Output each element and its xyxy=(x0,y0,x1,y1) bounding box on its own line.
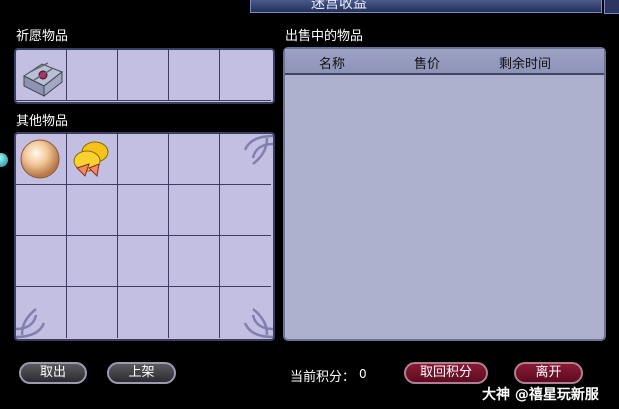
redeem-points-button[interactable]: 取回积分 xyxy=(404,362,488,384)
list-item-button[interactable]: 上架 xyxy=(107,362,176,384)
other-item-slot[interactable] xyxy=(169,134,220,185)
wish-item-grid xyxy=(14,48,275,104)
treasure-chest-icon xyxy=(23,62,63,98)
wish-slot-2[interactable] xyxy=(67,50,118,101)
other-item-slot[interactable] xyxy=(118,134,169,185)
wish-slot-1[interactable] xyxy=(16,50,67,101)
leave-button[interactable]: 离开 xyxy=(514,362,583,384)
sale-items-label: 出售中的物品 xyxy=(285,29,364,44)
wish-slot-5[interactable] xyxy=(220,50,271,101)
wish-slot-3[interactable] xyxy=(118,50,169,101)
pearl-icon xyxy=(20,139,60,179)
watermark-handle: @禧星玩新服 xyxy=(514,387,599,403)
wish-items-label: 祈愿物品 xyxy=(16,29,69,44)
other-item-slot[interactable] xyxy=(118,185,169,236)
other-item-slot[interactable] xyxy=(16,236,67,287)
watermark-brand: 大神 xyxy=(482,387,510,403)
column-price: 售价 xyxy=(414,57,441,72)
other-item-slot[interactable] xyxy=(67,134,118,185)
current-points-value: 0 xyxy=(359,367,367,381)
column-remaining-time: 剩余时间 xyxy=(499,57,552,72)
corner-ornament-icon xyxy=(16,308,46,339)
other-items-label: 其他物品 xyxy=(16,114,69,129)
window-title-bar: 迷宫收益 xyxy=(250,0,602,13)
other-item-grid xyxy=(14,132,275,341)
gold-coins-icon xyxy=(73,141,109,178)
window-title: 迷宫收益 xyxy=(311,0,367,12)
other-item-slot[interactable] xyxy=(67,236,118,287)
other-item-slot[interactable] xyxy=(220,185,271,236)
sale-list-panel[interactable]: 名称 售价 剩余时间 xyxy=(283,47,606,341)
corner-ornament-icon xyxy=(243,134,273,165)
other-item-slot[interactable] xyxy=(220,236,271,287)
wish-slot-4[interactable] xyxy=(169,50,220,101)
sale-list-header: 名称 售价 剩余时间 xyxy=(285,49,604,75)
column-name: 名称 xyxy=(319,57,346,72)
other-item-slot[interactable] xyxy=(67,185,118,236)
other-item-slot[interactable] xyxy=(169,185,220,236)
other-item-slot[interactable] xyxy=(118,287,169,338)
close-button[interactable] xyxy=(604,0,619,14)
other-item-slot[interactable] xyxy=(16,134,67,185)
other-item-slot[interactable] xyxy=(67,287,118,338)
current-points-label: 当前积分： xyxy=(290,370,356,385)
watermark: 大神 @禧星玩新服 xyxy=(482,384,599,404)
other-item-slot[interactable] xyxy=(169,287,220,338)
corner-ornament-icon xyxy=(243,308,273,339)
other-item-slot[interactable] xyxy=(16,185,67,236)
other-item-slot[interactable] xyxy=(169,236,220,287)
side-orb-icon xyxy=(0,153,8,167)
other-item-slot[interactable] xyxy=(118,236,169,287)
take-out-button[interactable]: 取出 xyxy=(19,362,87,384)
